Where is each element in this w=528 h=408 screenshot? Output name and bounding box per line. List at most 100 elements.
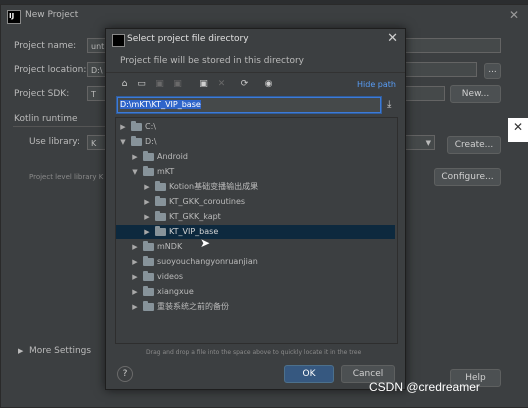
project-sdk-label: Project SDK: [14,89,70,99]
tree-row[interactable]: ▶ Kotion基础变播输出成果 [116,180,395,194]
drag-drop-hint: Drag and drop a file into the space abov… [146,349,362,356]
expand-arrow-icon[interactable]: ▼ [131,165,139,179]
folder-icon [155,226,166,236]
tree-row-label: mNDK [157,242,183,251]
path-input[interactable]: D:\mKT\KT_VIP_base [117,97,381,113]
expand-arrow-icon[interactable]: ▼ [119,135,127,149]
tree-row[interactable]: ▶ mNDK [116,240,395,254]
tree-row-label: D:\ [145,137,157,146]
expand-arrow-icon[interactable]: ▶ [131,150,139,164]
browse-location-button[interactable]: ... [484,63,501,79]
home-icon[interactable]: ⌂ [119,79,130,90]
hide-path-link[interactable]: Hide path [357,80,396,89]
path-input-value: D:\mKT\KT_VIP_base [120,100,201,109]
tree-row-label: C:\ [145,122,156,131]
kotlin-runtime-divider [13,126,106,127]
expand-arrow-icon[interactable]: ▶ [131,255,139,269]
project-sdk-select-right[interactable] [405,86,445,101]
mouse-pointer-icon: ➤ [200,236,211,250]
dialog-title: Select project file directory [127,34,249,44]
tree-row-label: mKT [157,167,175,176]
intellij-logo-icon [7,10,21,24]
sdk-new-button[interactable]: New... [450,85,501,103]
project-folder-icon[interactable]: ▣ [154,79,165,90]
tree-row-label: 重装系统之前的备份 [157,302,229,311]
tree-row[interactable]: ▼ D:\ [116,135,395,149]
folder-icon [131,136,142,146]
external-close-icon[interactable]: ✕ [513,120,523,134]
tree-row[interactable]: ▶ Android [116,150,395,164]
help-icon[interactable]: ? [117,366,133,382]
refresh-icon[interactable]: ⟳ [239,79,250,90]
project-sdk-select[interactable]: T [87,86,107,101]
new-folder-icon[interactable]: ▣ [198,79,209,90]
use-library-select-right[interactable]: ▼ [405,135,435,150]
project-name-field-right[interactable] [405,38,501,53]
project-name-field[interactable]: unti [87,38,107,53]
expand-arrow-icon[interactable]: ▶ [131,285,139,299]
select-directory-dialog: Select project file directory ✕ Project … [105,28,406,390]
dialog-divider [106,72,405,73]
new-project-close-icon[interactable]: ✕ [509,8,519,22]
tree-row-label: KT_GKK_kapt [169,212,221,221]
more-settings-label[interactable]: More Settings [29,346,91,356]
expand-arrow-icon[interactable]: ▶ [119,120,127,134]
tree-row[interactable]: ▶ suoyouchangyonruanjian [116,255,395,269]
directory-tree[interactable]: ▶ C:\ ▼ D:\ ▶ Android ▼ mKT ▶ Kotion基础变播… [115,117,398,344]
tree-row[interactable]: ▶ KT_GKK_coroutines [116,195,395,209]
project-location-field[interactable]: D:\ [87,62,107,77]
folder-icon [143,271,154,281]
desktop-icon[interactable]: ▭ [136,79,147,90]
tree-row[interactable]: ▶ videos [116,270,395,284]
folder-icon [143,301,154,311]
tree-row-label: videos [157,272,184,281]
delete-icon[interactable]: ✕ [216,79,227,90]
folder-icon [155,211,166,221]
ok-button[interactable]: OK [284,365,334,383]
use-library-label: Use library: [29,137,81,147]
tree-row[interactable]: ▶ C:\ [116,120,395,134]
chevron-down-icon: ▼ [425,139,431,147]
folder-icon [143,286,154,296]
folder-icon [155,181,166,191]
tree-row-label: xiangxue [157,287,194,296]
folder-icon [143,241,154,251]
watermark: CSDN @credreamer [369,380,480,394]
folder-icon [143,256,154,266]
folder-icon [143,151,154,161]
more-settings-arrow-icon[interactable]: ▶ [18,347,23,355]
tree-row[interactable]: ▶ KT_GKK_kapt [116,210,395,224]
dialog-titlebar: Select project file directory ✕ [106,29,405,50]
expand-arrow-icon[interactable]: ▶ [143,195,151,209]
expand-arrow-icon[interactable]: ▶ [131,300,139,314]
tree-row-label: suoyouchangyonruanjian [157,257,258,266]
expand-arrow-icon[interactable]: ▶ [131,240,139,254]
folder-icon [143,166,154,176]
project-location-field-right[interactable] [405,62,477,77]
tree-row-label: Kotion基础变播输出成果 [169,182,259,191]
create-library-button[interactable]: Create... [447,136,501,154]
dialog-close-icon[interactable]: ✕ [387,31,398,46]
show-hidden-files-icon[interactable]: ◉ [263,79,274,90]
tree-row[interactable]: ▶ xiangxue [116,285,395,299]
tree-row-selected[interactable]: ▶ KT_VIP_base [116,225,395,239]
project-name-label: Project name: [14,41,77,51]
tree-row[interactable]: ▶ 重装系统之前的备份 [116,300,395,314]
expand-arrow-icon[interactable]: ▶ [143,210,151,224]
expand-arrow-icon[interactable]: ▶ [131,270,139,284]
configure-button[interactable]: Configure... [434,168,501,186]
dialog-subtitle: Project file will be stored in this dire… [120,56,305,66]
project-location-label: Project location: [14,65,87,75]
intellij-logo-icon [112,34,125,47]
expand-arrow-icon[interactable]: ▶ [143,180,151,194]
expand-arrow-icon[interactable]: ▶ [143,225,151,239]
new-project-titlebar: New Project ✕ [1,5,528,27]
use-library-select[interactable]: K [87,135,107,150]
tree-row-label: KT_VIP_base [169,227,219,236]
tree-row-label: Android [157,152,188,161]
tree-row[interactable]: ▼ mKT [116,165,395,179]
new-project-title: New Project [25,10,79,20]
module-folder-icon[interactable]: ▣ [172,79,183,90]
download-icon[interactable]: ⤓ [387,99,391,110]
folder-icon [155,196,166,206]
